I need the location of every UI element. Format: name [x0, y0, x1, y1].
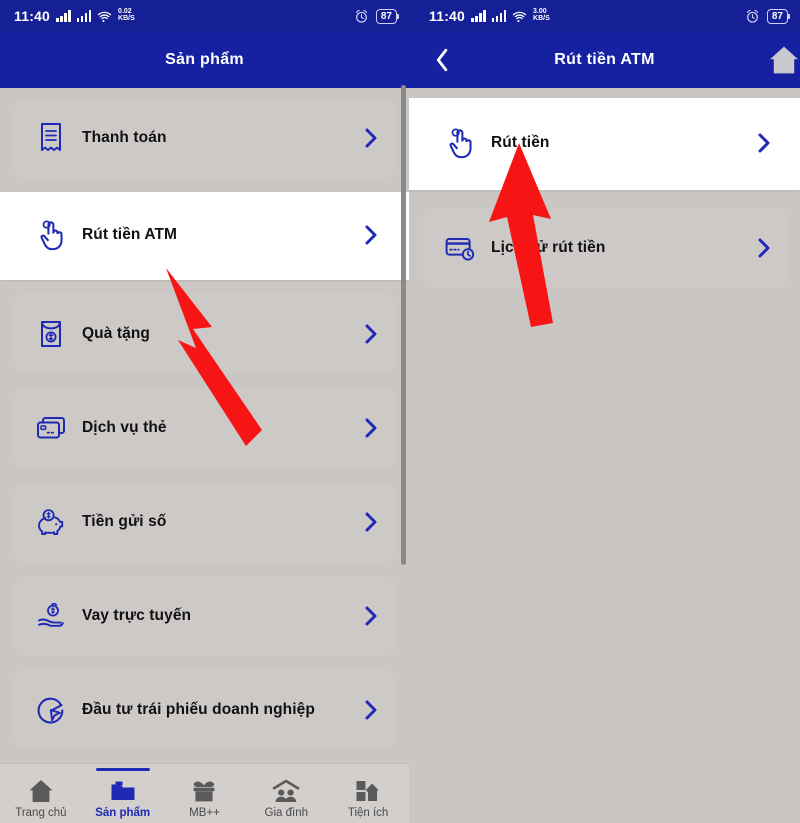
signal-bars-icon: [471, 10, 486, 22]
right-withdraw-list: Rút tiền Lịch sử rút tiền: [409, 88, 800, 288]
screenshot-root: 11:40 0.02 KB/S 87 Sản phẩm Thanh toán R…: [0, 0, 800, 823]
chevron-right-icon[interactable]: [756, 237, 772, 259]
network-rate-value: 3.00: [533, 8, 547, 15]
list-item-label: Rút tiền ATM: [82, 226, 178, 243]
chevron-right-icon[interactable]: [756, 132, 772, 154]
left-phone-screen: 11:40 0.02 KB/S 87 Sản phẩm Thanh toán R…: [0, 0, 409, 823]
nav-item-san-pham[interactable]: Sản phẩm: [82, 764, 164, 823]
list-item-label: Dịch vụ thẻ: [82, 419, 167, 436]
network-rate: 3.00 KB/S: [533, 8, 550, 22]
list-item-vay-truc-tuyen[interactable]: Vay trực tuyến: [14, 576, 395, 656]
wifi-icon: [512, 11, 527, 22]
right-app-header: Rút tiền ATM: [409, 32, 800, 88]
nav-item-mbpp[interactable]: MB++: [164, 764, 246, 823]
home-icon: [27, 774, 55, 804]
vertical-scrollbar[interactable]: [401, 85, 406, 565]
gift-icon: [190, 774, 218, 804]
list-item-label: Thanh toán: [82, 129, 167, 146]
network-rate-unit: KB/S: [533, 15, 550, 22]
status-bar-left: 11:40 0.02 KB/S: [0, 8, 135, 24]
nav-item-label: Gia đình: [264, 807, 309, 819]
nav-item-label: MB++: [189, 807, 220, 819]
right-phone-screen: 11:40 3.00 KB/S 87 Rút tiền ATM Rút tiền…: [409, 0, 800, 823]
selected-row-highlight-band: Rút tiền: [409, 98, 800, 190]
chevron-right-icon[interactable]: [363, 127, 379, 149]
signal-bars-icon-2: [491, 10, 507, 22]
list-item-label: Vay trực tuyến: [82, 607, 192, 624]
network-rate-unit: KB/S: [118, 15, 135, 22]
selected-row-highlight-band: Rút tiền ATM: [0, 192, 409, 280]
status-time: 11:40: [14, 8, 51, 24]
grid-icon: [354, 774, 382, 804]
chevron-right-icon[interactable]: [363, 224, 379, 246]
family-icon: [271, 774, 301, 804]
network-rate: 0.02 KB/S: [118, 8, 135, 22]
nav-item-label: Trang chủ: [15, 807, 67, 819]
hand-coin-icon: [30, 601, 72, 631]
list-item-dau-tu-trai-phieu[interactable]: Đầu tư trái phiếu doanh nghiệp: [14, 670, 395, 750]
list-item-label: Quà tặng: [82, 325, 150, 342]
wifi-icon: [97, 11, 112, 22]
status-bar-right: 87: [745, 8, 800, 24]
chevron-left-icon: [436, 48, 447, 72]
chevron-right-icon[interactable]: [363, 417, 379, 439]
piggy-bank-icon: [30, 507, 72, 537]
list-item-lich-su-rut-tien[interactable]: Lịch sử rút tiền: [423, 208, 788, 288]
gift-money-icon: [30, 318, 72, 350]
nav-item-label: Tiện ích: [347, 807, 389, 819]
alarm-clock-icon: [746, 9, 758, 23]
card-history-icon: [439, 234, 481, 262]
list-item-tien-gui-so[interactable]: Tiền gửi số: [14, 482, 395, 562]
bond-invest-icon: [30, 695, 72, 726]
status-bar-left: 11:40 3.00 KB/S: [409, 8, 550, 24]
list-item-dich-vu-the[interactable]: Dịch vụ thẻ: [14, 388, 395, 468]
list-item-rut-tien[interactable]: Rút tiền: [423, 106, 788, 180]
status-bar-right: 87: [354, 8, 409, 24]
home-button[interactable]: [762, 38, 800, 82]
folder-icon: [109, 774, 137, 804]
status-time: 11:40: [429, 8, 466, 24]
signal-bars-icon: [56, 10, 71, 22]
right-status-bar: 11:40 3.00 KB/S 87: [409, 0, 800, 32]
alarm-clock-icon: [355, 9, 367, 23]
battery-indicator: 87: [766, 8, 791, 24]
back-button[interactable]: [419, 38, 463, 82]
nav-item-label: Sản phẩm: [95, 807, 151, 819]
tap-hand-icon: [439, 127, 481, 160]
list-item-label: Tiền gửi số: [82, 513, 167, 530]
left-product-list: Thanh toán Rút tiền ATM Quà tặng Dịch vụ…: [0, 88, 409, 794]
nav-item-tien-ich[interactable]: Tiện ích: [327, 764, 409, 823]
list-item-label: Rút tiền: [491, 134, 550, 151]
list-item-rut-tien-atm[interactable]: Rút tiền ATM: [14, 198, 395, 272]
chevron-right-icon[interactable]: [363, 699, 379, 721]
nav-item-gia-dinh[interactable]: Gia đình: [245, 764, 327, 823]
nav-item-trang-chu[interactable]: Trang chủ: [0, 764, 82, 823]
list-item-label: Đầu tư trái phiếu doanh nghiệp: [82, 701, 315, 718]
tap-hand-icon: [30, 219, 72, 252]
left-page-title: Sản phẩm: [165, 51, 244, 68]
list-item-thanh-toan[interactable]: Thanh toán: [14, 98, 395, 178]
battery-indicator: 87: [375, 8, 400, 24]
list-item-label: Lịch sử rút tiền: [491, 239, 606, 256]
left-status-bar: 11:40 0.02 KB/S 87: [0, 0, 409, 32]
list-item-qua-tang[interactable]: Quà tặng: [14, 294, 395, 374]
home-icon: [770, 46, 798, 74]
network-rate-value: 0.02: [118, 8, 132, 15]
chevron-right-icon[interactable]: [363, 605, 379, 627]
right-page-title: Rút tiền ATM: [554, 51, 655, 68]
receipt-icon: [30, 122, 72, 154]
chevron-right-icon[interactable]: [363, 323, 379, 345]
signal-bars-icon-2: [76, 10, 92, 22]
chevron-right-icon[interactable]: [363, 511, 379, 533]
bottom-navigation-bar: Trang chủ Sản phẩm MB++ Gia đình Tiện íc…: [0, 763, 409, 823]
left-app-header: Sản phẩm: [0, 32, 409, 88]
cards-icon: [30, 414, 72, 442]
